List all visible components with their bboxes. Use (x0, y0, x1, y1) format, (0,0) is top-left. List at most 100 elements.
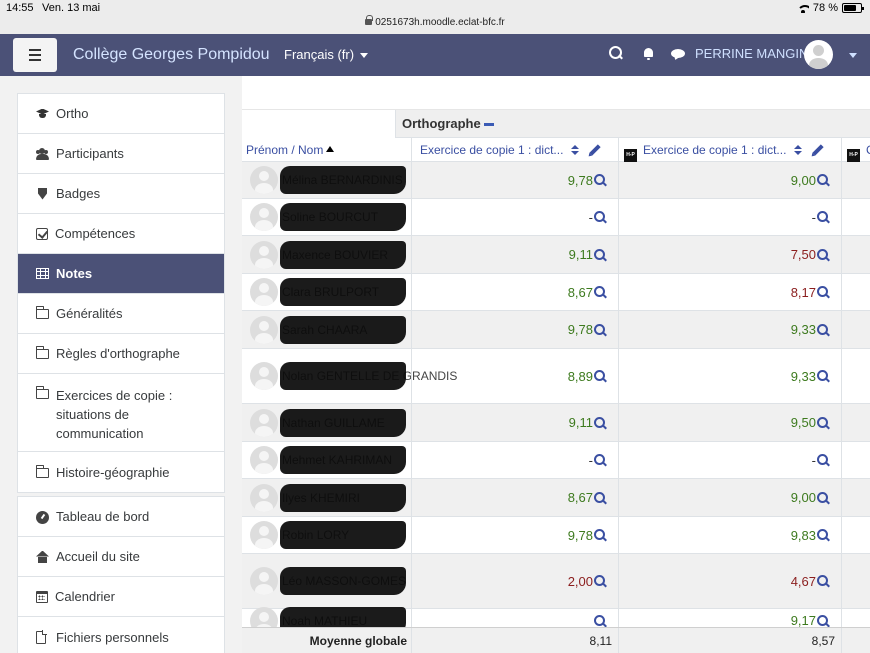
sidebar-item-exercices[interactable]: Exercices de copie : situations de commu… (18, 374, 224, 452)
sidebar-item-dashboard[interactable]: Tableau de bord (18, 497, 224, 537)
grade-cell[interactable]: 9,33 (618, 349, 841, 403)
sort-by-name-link[interactable]: Prénom / Nom (246, 143, 335, 157)
grade-cell[interactable] (841, 236, 870, 273)
sidebar-item-home[interactable]: Accueil du site (18, 537, 224, 577)
search-icon[interactable] (609, 46, 623, 60)
grade-cell[interactable] (841, 404, 870, 441)
edit-pencil-icon[interactable] (812, 144, 825, 156)
user-avatar[interactable] (804, 40, 833, 69)
sidebar-item-generalites[interactable]: Généralités (18, 294, 224, 334)
grade-cell[interactable]: - (618, 442, 841, 478)
sidebar-item-regles[interactable]: Règles d'orthographe (18, 334, 224, 374)
grade-cell[interactable] (841, 517, 870, 553)
grade-analysis-icon[interactable] (594, 323, 606, 336)
grade-cell[interactable]: 9,33 (618, 311, 841, 348)
sort-icon[interactable] (794, 145, 803, 155)
grade-cell[interactable]: 9,78 (411, 517, 618, 553)
grade-analysis-icon[interactable] (817, 491, 829, 504)
grade-cell[interactable] (841, 442, 870, 478)
sidebar-item-competences[interactable]: Compétences (18, 214, 224, 254)
grade-cell[interactable] (841, 162, 870, 198)
student-cell[interactable]: Mehmet KAHRIMAN (242, 442, 411, 478)
grade-cell[interactable]: 8,67 (411, 479, 618, 516)
grade-cell[interactable] (841, 479, 870, 516)
grade-analysis-icon[interactable] (594, 575, 606, 587)
grade-analysis-icon[interactable] (817, 529, 829, 541)
sidebar-item-badges[interactable]: Badges (18, 174, 224, 214)
notification-bell-icon[interactable] (643, 48, 654, 60)
user-menu-chevron-icon[interactable] (849, 53, 857, 58)
grade-cell[interactable]: 7,50 (618, 236, 841, 273)
grade-cell[interactable]: 2,00 (411, 554, 618, 608)
grade-analysis-icon[interactable] (594, 454, 606, 466)
grade-cell[interactable]: - (411, 442, 618, 478)
grade-analysis-icon[interactable] (817, 370, 829, 382)
grade-analysis-icon[interactable] (594, 286, 606, 298)
grade-cell[interactable]: 4,67 (618, 554, 841, 608)
grade-analysis-icon[interactable] (594, 248, 606, 261)
edit-pencil-icon[interactable] (589, 144, 602, 156)
grade-analysis-icon[interactable] (817, 416, 829, 429)
grade-analysis-icon[interactable] (817, 174, 829, 186)
grade-cell[interactable]: 8,17 (618, 274, 841, 310)
sidebar-item-participants[interactable]: Participants (18, 134, 224, 174)
student-cell[interactable]: Robin LORY (242, 517, 411, 553)
grade-analysis-icon[interactable] (817, 286, 829, 298)
grade-analysis-icon[interactable] (594, 529, 606, 541)
grade-analysis-icon[interactable] (594, 211, 606, 223)
grade-cell[interactable]: 9,00 (618, 479, 841, 516)
grade-cell[interactable]: 9,78 (411, 162, 618, 198)
site-name-link[interactable]: Collège Georges Pompidou (73, 46, 270, 64)
grade-analysis-icon[interactable] (817, 248, 829, 261)
grade-analysis-icon[interactable] (594, 491, 606, 504)
grade-analysis-icon[interactable] (817, 323, 829, 336)
grade-cell[interactable] (841, 199, 870, 235)
sidebar-item-histoire[interactable]: Histoire-géographie (18, 452, 224, 492)
grade-analysis-icon[interactable] (594, 370, 606, 382)
grade-cell[interactable]: 9,50 (618, 404, 841, 441)
grade-cell[interactable]: - (411, 199, 618, 235)
address-bar[interactable]: 0251673h.moodle.eclat-bfc.fr (0, 15, 870, 28)
sidebar-item-ortho[interactable]: Ortho (18, 94, 224, 134)
student-cell[interactable]: Clara BRULPORT (242, 274, 411, 310)
student-cell[interactable]: Léo MASSON-GOMES (242, 554, 411, 608)
sidebar-item-notes[interactable]: Notes (18, 254, 224, 294)
student-cell[interactable]: Nolan GENTELLE DE GRANDIS (242, 349, 457, 403)
grade-analysis-icon[interactable] (817, 614, 829, 627)
grade-cell[interactable]: 9,11 (411, 404, 618, 441)
grade-item-header-3[interactable]: H-P C (841, 138, 870, 162)
grade-cell[interactable] (841, 274, 870, 310)
student-cell[interactable]: Sarah CHAARA (242, 311, 411, 348)
grade-cell[interactable] (841, 311, 870, 348)
student-cell[interactable]: Mélina BERNARDINIS (242, 162, 411, 198)
student-cell[interactable]: Nathan GUILLAME (242, 404, 411, 441)
grade-cell[interactable]: 8,89 (411, 349, 618, 403)
student-cell[interactable]: Ilyes KHEMIRI (242, 479, 411, 516)
grade-cell[interactable]: - (618, 199, 841, 235)
grade-analysis-icon[interactable] (594, 614, 606, 627)
sidebar-item-calendar[interactable]: Calendrier (18, 577, 224, 617)
grade-item-header-1[interactable]: Exercice de copie 1 : dict... (411, 138, 618, 162)
language-menu[interactable]: Français (fr) (284, 47, 369, 62)
grade-cell[interactable]: 9,78 (411, 311, 618, 348)
grade-analysis-icon[interactable] (817, 211, 829, 223)
grade-cell[interactable] (841, 554, 870, 608)
student-cell[interactable]: Soline BOURCUT (242, 199, 411, 235)
grade-analysis-icon[interactable] (817, 454, 829, 466)
grade-cell[interactable]: 9,11 (411, 236, 618, 273)
collapse-icon[interactable] (483, 123, 494, 127)
user-name[interactable]: PERRINE MANGIN (695, 46, 808, 61)
sort-icon[interactable] (571, 145, 580, 155)
grade-analysis-icon[interactable] (594, 416, 606, 429)
grade-analysis-icon[interactable] (594, 174, 606, 186)
menu-toggle-button[interactable] (13, 38, 57, 72)
grade-cell[interactable]: 9,83 (618, 517, 841, 553)
grade-analysis-icon[interactable] (817, 575, 829, 587)
grade-cell[interactable] (841, 349, 870, 403)
messages-icon[interactable] (671, 49, 685, 60)
grade-cell[interactable]: 9,00 (618, 162, 841, 198)
student-cell[interactable]: Maxence BOUVIER (242, 236, 411, 273)
sidebar-item-files[interactable]: Fichiers personnels (18, 617, 224, 653)
grade-item-header-2[interactable]: H-P Exercice de copie 1 : dict... (618, 138, 841, 162)
grade-cell[interactable]: 8,67 (411, 274, 618, 310)
